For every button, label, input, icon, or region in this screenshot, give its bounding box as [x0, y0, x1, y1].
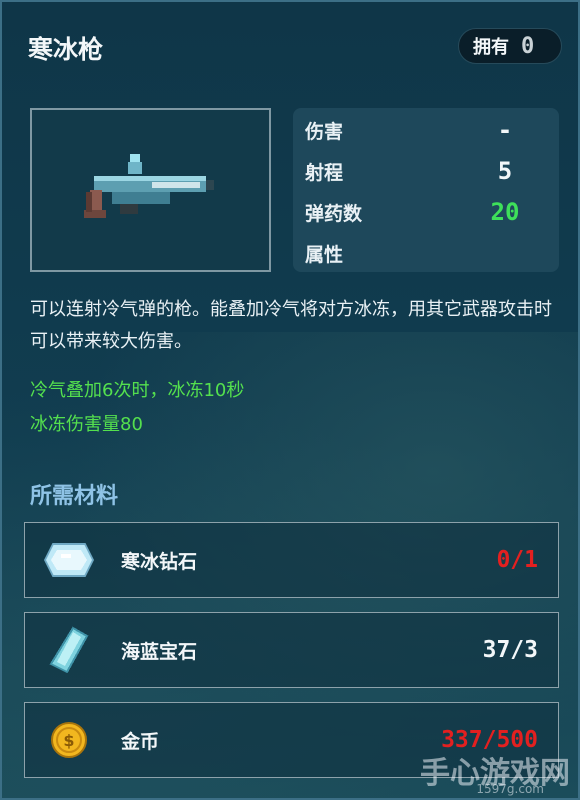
effect-line: 冰冻伤害量80	[30, 414, 143, 435]
material-name: 寒冰钻石	[121, 550, 198, 573]
item-title: 寒冰枪	[28, 35, 104, 64]
ice-diamond-icon	[43, 534, 95, 586]
item-description: 可以连射冷气弹的枪。能叠加冷气将对方冰冻，用其它武器攻击时可以带来较大伤害。	[30, 299, 552, 352]
owned-count: 0	[521, 33, 535, 59]
weapon-image	[30, 108, 271, 272]
material-name: 金币	[121, 730, 160, 753]
material-name: 海蓝宝石	[121, 640, 198, 663]
stat-label: 射程	[305, 161, 344, 184]
stat-row-ammo: 弹药数 20	[305, 197, 539, 227]
aquamarine-icon	[43, 624, 95, 676]
material-row-ice-diamond[interactable]: 寒冰钻石 0/1	[24, 522, 559, 598]
ice-gun-icon	[84, 154, 214, 218]
stat-value: -	[497, 116, 513, 144]
stat-row-attribute: 属性	[305, 238, 539, 268]
svg-text:$: $	[63, 731, 74, 750]
owned-label: 拥有	[473, 37, 509, 58]
stat-label: 弹药数	[305, 202, 363, 225]
material-count: 0/1	[496, 547, 538, 573]
material-row-aquamarine[interactable]: 海蓝宝石 37/3	[24, 612, 559, 688]
stat-value: 5	[497, 157, 513, 185]
stats-panel: 伤害 - 射程 5 弹药数 20 属性	[293, 108, 559, 272]
weapon-detail-panel: 寒冰枪 拥有 0 伤害 - 射程 5 弹药数 20 属性 可以连射冷气弹的枪。能…	[0, 0, 580, 800]
gold-coin-icon: $	[43, 714, 95, 766]
materials-title: 所需材料	[30, 484, 119, 509]
site-watermark-url: 1597g.com	[476, 782, 544, 796]
stat-row-range: 射程 5	[305, 156, 539, 186]
stat-label: 伤害	[305, 120, 344, 143]
owned-badge: 拥有 0	[458, 28, 562, 64]
material-count: 37/3	[482, 637, 538, 663]
stat-label: 属性	[305, 243, 344, 266]
effects-list: 冷气叠加6次时，冰冻10秒 冰冻伤害量80	[30, 374, 560, 442]
stat-value: 20	[490, 198, 520, 226]
effect-line: 冷气叠加6次时，冰冻10秒	[30, 380, 245, 401]
stat-row-damage: 伤害 -	[305, 115, 539, 145]
